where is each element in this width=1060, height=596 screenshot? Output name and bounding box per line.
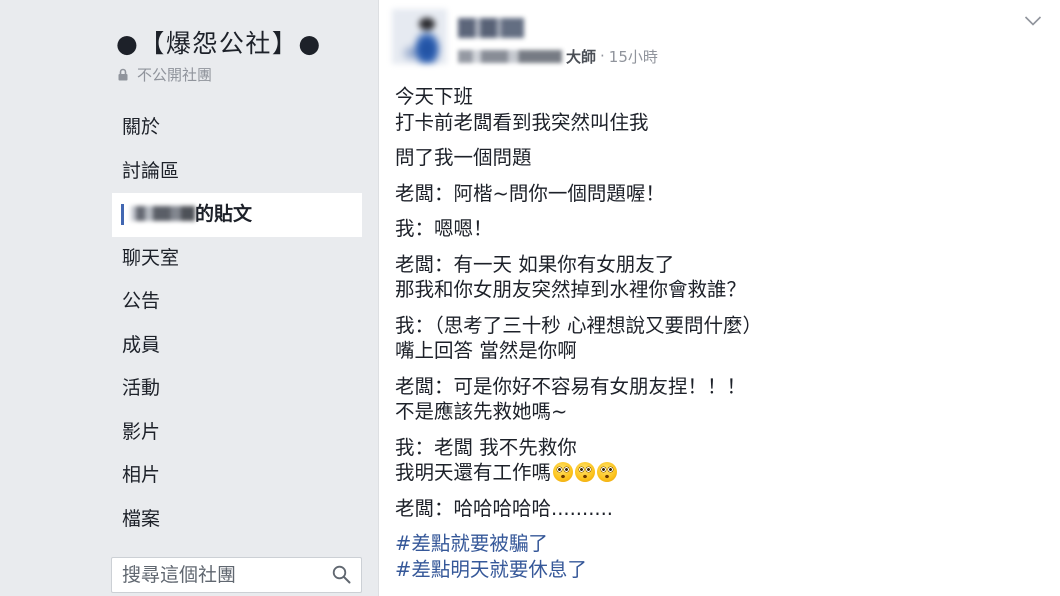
nav-item-photos[interactable]: 相片 [112,454,362,498]
group-search-input[interactable] [112,558,327,592]
nav-item-discussion[interactable]: 討論區 [112,150,362,194]
blurred-avatar-image [392,9,447,64]
nav-item-label: 關於 [122,116,161,138]
group-sidebar: ●【爆怨公社】● 不公開社團 關於 討論區 的貼文 聊天室 公告 成員 活動 影… [0,0,378,596]
flushed-face-icon [575,462,596,482]
post-line: 嘴上回答 當然是你啊 [395,339,577,362]
blurred-author-title [458,49,562,63]
nav-item-events[interactable]: 活動 [112,367,362,411]
post-line: 老闆：可是你好不容易有女朋友捏！！！ [395,374,747,398]
flushed-face-icon [553,462,574,482]
lock-icon [118,68,128,81]
nav-item-label: 檔案 [122,507,161,530]
post-paragraph: 我：（思考了三十秒 心裡想說又要問什麼） 嘴上回答 當然是你啊 [395,313,1035,364]
post-paragraph: 老闆：有一天 如果你有女朋友了 那我和你女朋友突然掉到水裡你會救誰？ [395,252,1035,303]
post-line: 老闆：有一天 如果你有女朋友了 [395,252,675,276]
post-paragraph: 問了我一個問題 [395,145,1035,171]
post-line: 今天下班 [395,85,474,108]
nav-item-label: 聊天室 [122,246,180,269]
nav-item-label: 公告 [122,290,161,312]
nav-item-label: 相片 [122,464,161,486]
post-body: 今天下班 打卡前老闆看到我突然叫住我 問了我一個問題 老闆：阿楷~問你一個問題喔… [395,84,1035,592]
post-card: 大師 · 15小時 今天下班 打卡前老闆看到我突然叫住我 問了我一個問題 老闆：… [378,0,1060,596]
post-paragraph: 老闆：阿楷~問你一個問題喔！ [395,181,1035,207]
nav-item-announcements[interactable]: 公告 [112,280,362,324]
group-nav: 關於 討論區 的貼文 聊天室 公告 成員 活動 影片 相片 檔案 [112,106,362,541]
post-line-with-emoji: 我明天還有工作嗎 [395,460,1035,486]
post-paragraph: 我：老闆 我不先救你 我明天還有工作嗎 [395,435,1035,486]
post-line: 老闆：哈哈哈哈哈.......... [395,496,613,520]
author-name-blurred[interactable] [458,18,524,38]
author-subtitle: 大師 · 15小時 [458,46,658,66]
post-paragraph: 今天下班 打卡前老闆看到我突然叫住我 [395,84,1035,135]
nav-item-chat[interactable]: 聊天室 [112,237,362,281]
post-line: 打卡前老闆看到我突然叫住我 [395,110,649,134]
post-line: 我：嗯嗯！ [395,217,493,240]
post-line: 我：（思考了三十秒 心裡想說又要問什麼） [395,313,762,337]
author-avatar[interactable] [392,9,447,64]
group-title-link[interactable]: ●【爆怨公社】● [116,27,322,61]
group-privacy: 不公開社團 [118,64,212,84]
blurred-member-name [131,205,195,221]
post-line: 問了我一個問題 [395,146,532,169]
post-paragraph: 我：嗯嗯！ [395,216,1035,242]
nav-item-label: 成員 [122,333,161,356]
hashtag-link[interactable]: #差點就要被騙了 [395,531,1035,557]
hashtag-paragraph: #差點就要被騙了 #差點明天就要休息了 [395,531,1035,582]
author-role-suffix: 大師 [566,47,597,66]
post-line: 我：老闆 我不先救你 [395,435,577,459]
nav-item-label: 活動 [122,377,161,399]
nav-item-label: 的貼文 [195,203,253,225]
post-line: 老闆：阿楷~問你一個問題喔！ [395,181,665,205]
meta-separator: · [600,47,605,65]
timestamp-link[interactable]: 15小時 [609,46,658,67]
flushed-face-icon [597,462,618,482]
search-icon[interactable] [332,565,351,584]
post-paragraph: 老闆：可是你好不容易有女朋友捏！！！ 不是應該先救她嗎~ [395,374,1035,425]
post-line: 那我和你女朋友突然掉到水裡你會救誰？ [395,278,747,301]
nav-item-members[interactable]: 成員 [112,324,362,368]
group-search-box [111,557,362,593]
nav-item-member-posts[interactable]: 的貼文 [112,193,362,237]
nav-item-files[interactable]: 檔案 [112,498,362,542]
privacy-label: 不公開社團 [137,65,213,84]
post-line: 不是應該先救她嗎~ [395,400,568,423]
nav-item-label: 影片 [122,420,161,443]
hashtag-link[interactable]: #差點明天就要休息了 [395,557,1035,583]
post-line-text: 我明天還有工作嗎 [395,461,552,484]
nav-item-label: 討論區 [122,159,180,182]
selected-indicator [121,204,124,225]
chevron-down-icon[interactable] [1024,15,1042,27]
nav-item-videos[interactable]: 影片 [112,411,362,455]
nav-item-about[interactable]: 關於 [112,106,362,150]
post-paragraph: 老闆：哈哈哈哈哈.......... [395,496,1035,522]
